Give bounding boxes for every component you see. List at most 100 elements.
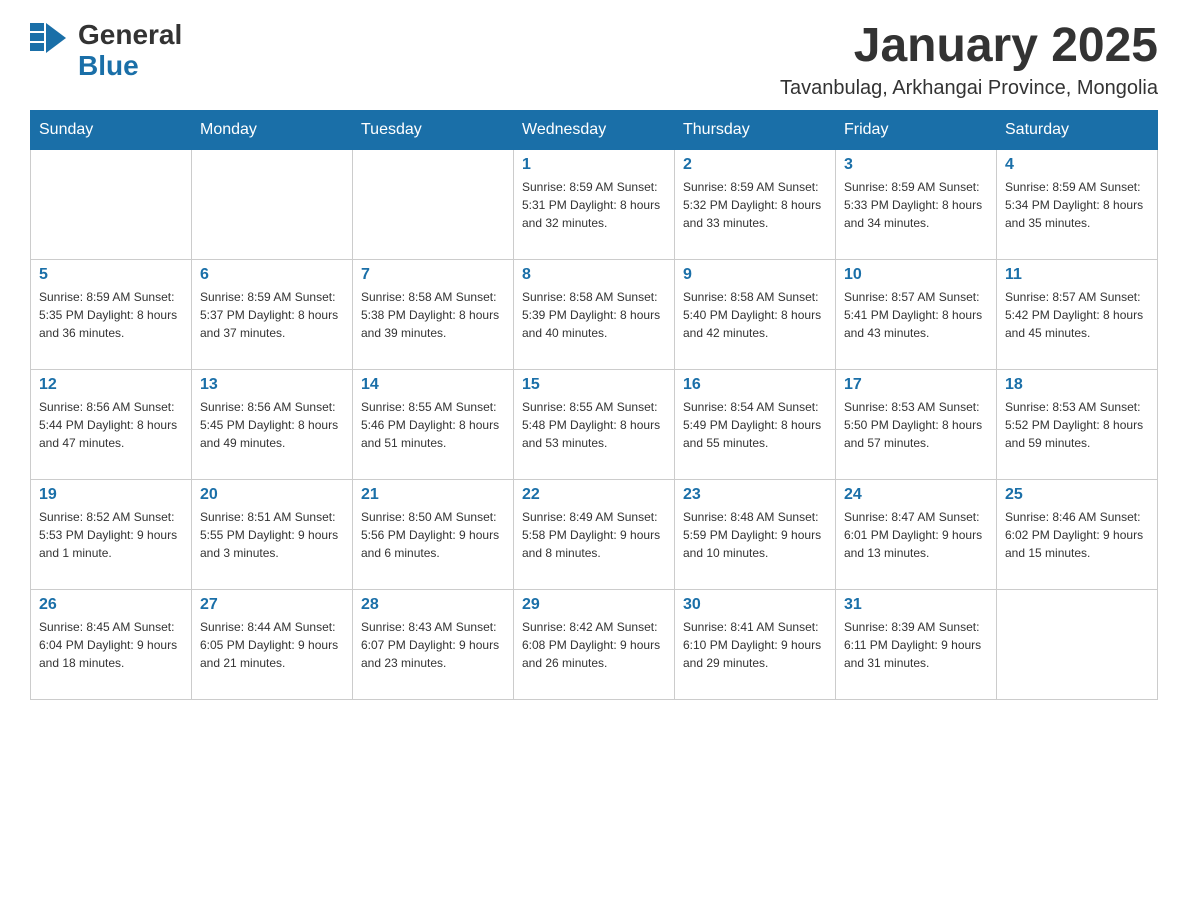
day-info: Sunrise: 8:53 AM Sunset: 5:50 PM Dayligh…: [844, 398, 988, 452]
day-info: Sunrise: 8:53 AM Sunset: 5:52 PM Dayligh…: [1005, 398, 1149, 452]
day-number: 11: [1005, 266, 1149, 284]
logo-icon: [30, 23, 78, 78]
day-number: 25: [1005, 486, 1149, 504]
calendar-cell: 31 Sunrise: 8:39 AM Sunset: 6:11 PM Dayli…: [836, 589, 997, 699]
day-info: Sunrise: 8:56 AM Sunset: 5:44 PM Dayligh…: [39, 398, 183, 452]
day-of-week-header: Friday: [836, 110, 997, 149]
page-header: General Blue January 2025 Tavanbulag, Ar…: [30, 20, 1158, 100]
day-info: Sunrise: 8:59 AM Sunset: 5:37 PM Dayligh…: [200, 288, 344, 342]
calendar-cell: 4 Sunrise: 8:59 AM Sunset: 5:34 PM Daylig…: [997, 149, 1158, 259]
month-title: January 2025: [780, 20, 1158, 73]
calendar-cell: 22 Sunrise: 8:49 AM Sunset: 5:58 PM Dayli…: [514, 479, 675, 589]
day-info: Sunrise: 8:45 AM Sunset: 6:04 PM Dayligh…: [39, 618, 183, 672]
day-number: 31: [844, 596, 988, 614]
day-info: Sunrise: 8:47 AM Sunset: 6:01 PM Dayligh…: [844, 508, 988, 562]
calendar-cell: 13 Sunrise: 8:56 AM Sunset: 5:45 PM Dayli…: [192, 369, 353, 479]
calendar-cell: 15Sunrise: 8:55 AM Sunset: 5:48 PM Dayli…: [514, 369, 675, 479]
day-of-week-header: Thursday: [675, 110, 836, 149]
day-info: Sunrise: 8:57 AM Sunset: 5:41 PM Dayligh…: [844, 288, 988, 342]
calendar-cell: [31, 149, 192, 259]
day-number: 27: [200, 596, 344, 614]
day-info: Sunrise: 8:55 AM Sunset: 5:46 PM Dayligh…: [361, 398, 505, 452]
day-info: Sunrise: 8:52 AM Sunset: 5:53 PM Dayligh…: [39, 508, 183, 562]
day-info: Sunrise: 8:58 AM Sunset: 5:40 PM Dayligh…: [683, 288, 827, 342]
day-number: 23: [683, 486, 827, 504]
calendar-cell: 28Sunrise: 8:43 AM Sunset: 6:07 PM Dayli…: [353, 589, 514, 699]
calendar-cell: 12 Sunrise: 8:56 AM Sunset: 5:44 PM Dayli…: [31, 369, 192, 479]
day-info: Sunrise: 8:56 AM Sunset: 5:45 PM Dayligh…: [200, 398, 344, 452]
calendar-cell: 17Sunrise: 8:53 AM Sunset: 5:50 PM Dayli…: [836, 369, 997, 479]
day-number: 2: [683, 156, 827, 174]
day-info: Sunrise: 8:44 AM Sunset: 6:05 PM Dayligh…: [200, 618, 344, 672]
day-info: Sunrise: 8:39 AM Sunset: 6:11 PM Dayligh…: [844, 618, 988, 672]
day-info: Sunrise: 8:59 AM Sunset: 5:32 PM Dayligh…: [683, 178, 827, 232]
day-number: 3: [844, 156, 988, 174]
calendar-cell: 20 Sunrise: 8:51 AM Sunset: 5:55 PM Dayli…: [192, 479, 353, 589]
day-info: Sunrise: 8:54 AM Sunset: 5:49 PM Dayligh…: [683, 398, 827, 452]
calendar-week-row: 26 Sunrise: 8:45 AM Sunset: 6:04 PM Dayli…: [31, 589, 1158, 699]
calendar-week-row: 1 Sunrise: 8:59 AM Sunset: 5:31 PM Daylig…: [31, 149, 1158, 259]
calendar-cell: 7Sunrise: 8:58 AM Sunset: 5:38 PM Daylig…: [353, 259, 514, 369]
calendar-cell: 26 Sunrise: 8:45 AM Sunset: 6:04 PM Dayli…: [31, 589, 192, 699]
day-info: Sunrise: 8:59 AM Sunset: 5:35 PM Dayligh…: [39, 288, 183, 342]
day-number: 16: [683, 376, 827, 394]
day-number: 20: [200, 486, 344, 504]
calendar-cell: [997, 589, 1158, 699]
day-number: 12: [39, 376, 183, 394]
logo-blue-text: Blue: [78, 51, 182, 82]
calendar-cell: 30 Sunrise: 8:41 AM Sunset: 6:10 PM Dayli…: [675, 589, 836, 699]
calendar-cell: 2 Sunrise: 8:59 AM Sunset: 5:32 PM Daylig…: [675, 149, 836, 259]
calendar-week-row: 12 Sunrise: 8:56 AM Sunset: 5:44 PM Dayli…: [31, 369, 1158, 479]
day-number: 24: [844, 486, 988, 504]
day-info: Sunrise: 8:48 AM Sunset: 5:59 PM Dayligh…: [683, 508, 827, 562]
calendar-cell: 18 Sunrise: 8:53 AM Sunset: 5:52 PM Dayli…: [997, 369, 1158, 479]
calendar-cell: 19 Sunrise: 8:52 AM Sunset: 5:53 PM Dayli…: [31, 479, 192, 589]
day-info: Sunrise: 8:55 AM Sunset: 5:48 PM Dayligh…: [522, 398, 666, 452]
calendar-week-row: 19 Sunrise: 8:52 AM Sunset: 5:53 PM Dayli…: [31, 479, 1158, 589]
day-info: Sunrise: 8:41 AM Sunset: 6:10 PM Dayligh…: [683, 618, 827, 672]
day-number: 13: [200, 376, 344, 394]
day-info: Sunrise: 8:42 AM Sunset: 6:08 PM Dayligh…: [522, 618, 666, 672]
day-number: 9: [683, 266, 827, 284]
day-number: 30: [683, 596, 827, 614]
calendar-cell: [192, 149, 353, 259]
calendar-cell: 25 Sunrise: 8:46 AM Sunset: 6:02 PM Dayli…: [997, 479, 1158, 589]
day-info: Sunrise: 8:49 AM Sunset: 5:58 PM Dayligh…: [522, 508, 666, 562]
day-number: 1: [522, 156, 666, 174]
calendar-cell: 24 Sunrise: 8:47 AM Sunset: 6:01 PM Dayli…: [836, 479, 997, 589]
calendar-cell: 11Sunrise: 8:57 AM Sunset: 5:42 PM Dayli…: [997, 259, 1158, 369]
calendar-week-row: 5 Sunrise: 8:59 AM Sunset: 5:35 PM Daylig…: [31, 259, 1158, 369]
day-number: 5: [39, 266, 183, 284]
logo-general-text: General: [78, 20, 182, 51]
day-number: 8: [522, 266, 666, 284]
day-number: 19: [39, 486, 183, 504]
day-of-week-header: Tuesday: [353, 110, 514, 149]
calendar-cell: [353, 149, 514, 259]
day-number: 21: [361, 486, 505, 504]
day-info: Sunrise: 8:58 AM Sunset: 5:38 PM Dayligh…: [361, 288, 505, 342]
day-number: 6: [200, 266, 344, 284]
day-info: Sunrise: 8:51 AM Sunset: 5:55 PM Dayligh…: [200, 508, 344, 562]
day-of-week-header: Sunday: [31, 110, 192, 149]
calendar-cell: 27 Sunrise: 8:44 AM Sunset: 6:05 PM Dayli…: [192, 589, 353, 699]
day-info: Sunrise: 8:58 AM Sunset: 5:39 PM Dayligh…: [522, 288, 666, 342]
calendar-cell: 8 Sunrise: 8:58 AM Sunset: 5:39 PM Daylig…: [514, 259, 675, 369]
day-of-week-header: Monday: [192, 110, 353, 149]
day-of-week-header: Saturday: [997, 110, 1158, 149]
day-number: 22: [522, 486, 666, 504]
location-title: Tavanbulag, Arkhangai Province, Mongolia: [780, 77, 1158, 100]
day-number: 4: [1005, 156, 1149, 174]
day-number: 26: [39, 596, 183, 614]
logo: General Blue: [30, 20, 182, 82]
day-number: 28: [361, 596, 505, 614]
day-of-week-header: Wednesday: [514, 110, 675, 149]
day-info: Sunrise: 8:59 AM Sunset: 5:31 PM Dayligh…: [522, 178, 666, 232]
day-number: 29: [522, 596, 666, 614]
calendar-cell: 29 Sunrise: 8:42 AM Sunset: 6:08 PM Dayli…: [514, 589, 675, 699]
day-info: Sunrise: 8:46 AM Sunset: 6:02 PM Dayligh…: [1005, 508, 1149, 562]
day-number: 14: [361, 376, 505, 394]
day-number: 18: [1005, 376, 1149, 394]
day-info: Sunrise: 8:59 AM Sunset: 5:33 PM Dayligh…: [844, 178, 988, 232]
day-info: Sunrise: 8:59 AM Sunset: 5:34 PM Dayligh…: [1005, 178, 1149, 232]
calendar-table: SundayMondayTuesdayWednesdayThursdayFrid…: [30, 110, 1158, 700]
